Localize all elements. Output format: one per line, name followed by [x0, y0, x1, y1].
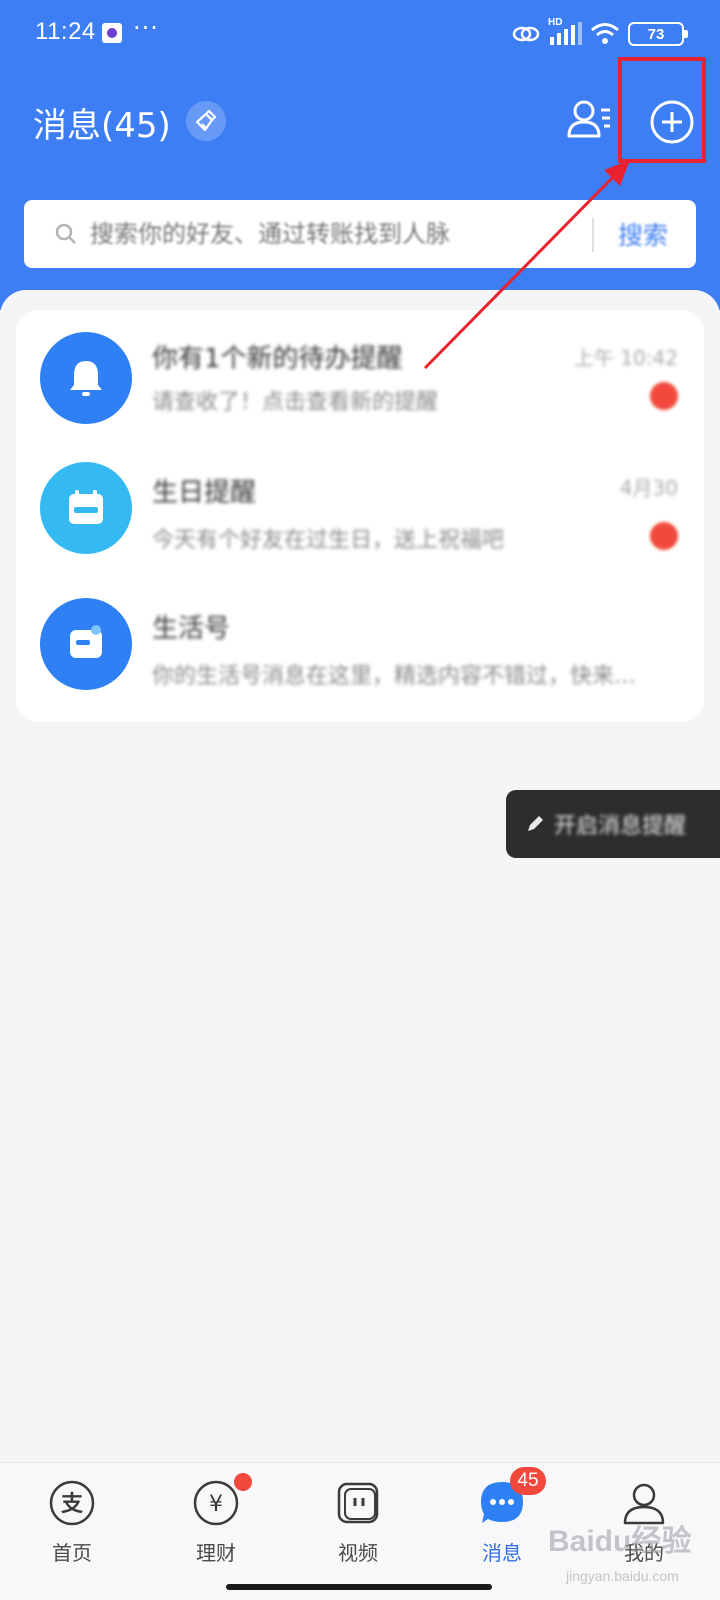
- status-bar: 11:24 ··· HD 73: [0, 0, 720, 66]
- link-icon: [512, 26, 540, 42]
- search-icon: [55, 223, 76, 244]
- more-notifications-icon: ···: [133, 14, 159, 42]
- message-list: 你有1个新的待办提醒 请查收了！点击查看新的提醒 上午 10:42 生日提醒 今…: [16, 310, 704, 722]
- video-icon: [334, 1479, 382, 1527]
- annotation-highlight-box: [618, 57, 706, 163]
- tab-label: 消息: [482, 1541, 522, 1565]
- message-time: 上午 10:42: [574, 346, 678, 370]
- battery-level: 73: [647, 25, 665, 43]
- edit-icon: [528, 816, 543, 831]
- avatar: [40, 598, 132, 690]
- avatar: [40, 332, 132, 424]
- search-button[interactable]: 搜索: [618, 212, 668, 256]
- wealth-icon: ¥: [192, 1473, 252, 1527]
- search-input[interactable]: [90, 220, 520, 248]
- broom-icon: [195, 109, 217, 132]
- message-subtitle: 你的生活号消息在这里，精选内容不错过，快来看看吧: [152, 664, 652, 689]
- list-item[interactable]: 生活号 你的生活号消息在这里，精选内容不错过，快来看看吧: [16, 586, 704, 716]
- status-icons: HD 73: [512, 17, 688, 48]
- alipay-home-icon: 支: [48, 1479, 96, 1527]
- home-indicator[interactable]: [226, 1584, 492, 1590]
- message-title: 生活号: [152, 614, 231, 644]
- tab-label: 理财: [196, 1541, 236, 1565]
- status-time: 11:24: [35, 18, 96, 45]
- message-subtitle: 请查收了！点击查看新的提醒: [152, 390, 439, 415]
- page-title: 消息(45): [33, 106, 171, 146]
- svg-text:¥: ¥: [209, 1492, 223, 1517]
- list-item[interactable]: 你有1个新的待办提醒 请查收了！点击查看新的提醒 上午 10:42: [16, 310, 704, 440]
- watermark-url: jingyan.baidu.com: [566, 1568, 679, 1584]
- new-dot-badge: [234, 1473, 252, 1491]
- search-bar: 搜索: [24, 200, 696, 268]
- unread-dot: [650, 382, 678, 410]
- signal-icon: HD: [548, 17, 582, 47]
- contacts-button[interactable]: [566, 96, 614, 144]
- message-subtitle: 今天有个好友在过生日，送上祝福吧: [152, 528, 505, 553]
- search-divider: [592, 218, 594, 252]
- contacts-icon: [567, 100, 610, 138]
- baidu-watermark: Baidu经验 jingyan.baidu.com: [548, 1508, 720, 1598]
- life-account-icon: [70, 625, 102, 658]
- watermark-logo: Baidu经验: [548, 1525, 692, 1558]
- tab-label: 视频: [338, 1541, 378, 1565]
- list-item[interactable]: 生日提醒 今天有个好友在过生日，送上祝福吧 4月30: [16, 450, 704, 580]
- unread-count-badge: 45: [510, 1467, 546, 1495]
- message-title: 生日提醒: [152, 478, 257, 508]
- tab-home[interactable]: 支 首页: [12, 1479, 132, 1579]
- message-icon: 45: [478, 1467, 546, 1527]
- tab-label: 首页: [52, 1541, 92, 1565]
- unread-dot: [650, 522, 678, 550]
- notification-tip-button[interactable]: 开启消息提醒: [506, 790, 720, 858]
- tab-wealth[interactable]: ¥ 理财: [156, 1473, 276, 1579]
- message-time: 4月30: [619, 476, 678, 500]
- tab-video[interactable]: 视频: [298, 1479, 418, 1579]
- avatar: [40, 462, 132, 554]
- svg-text:支: 支: [61, 1492, 84, 1517]
- clear-unread-button[interactable]: [186, 101, 226, 141]
- message-title: 你有1个新的待办提醒: [152, 344, 403, 374]
- bell-icon: [70, 361, 102, 396]
- notification-tip-text: 开启消息提醒: [554, 814, 687, 839]
- battery-icon: 73: [628, 22, 688, 46]
- wifi-icon: [591, 23, 619, 44]
- tab-messages[interactable]: 45 消息: [442, 1467, 562, 1579]
- notification-app-icon: [102, 23, 122, 43]
- calendar-icon: [69, 490, 103, 524]
